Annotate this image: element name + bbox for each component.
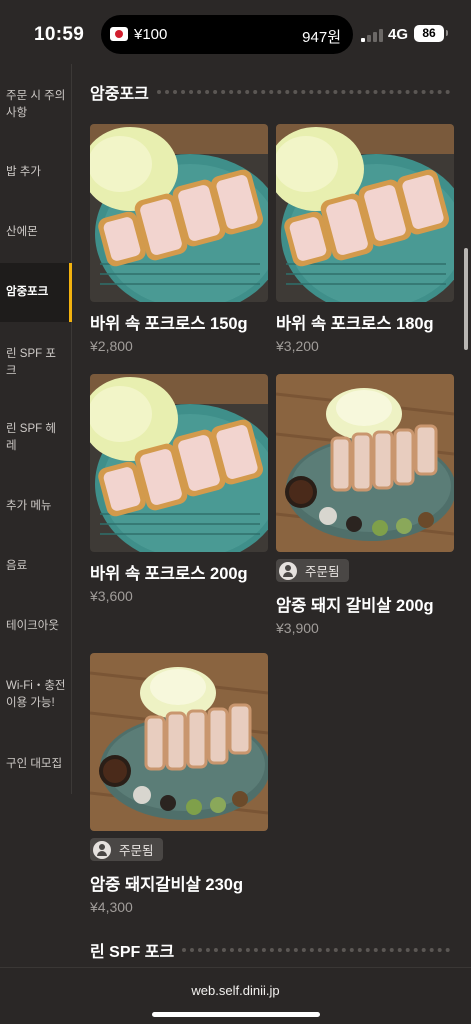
menu-item-name: 바위 속 포크로스 150g (90, 315, 248, 333)
currency-yen-amount: ¥100 (134, 26, 168, 43)
person-icon (93, 840, 111, 859)
ordered-badge-label: 주문됨 (119, 844, 154, 858)
sidebar-item-amjung-pork[interactable]: 암중포크 (0, 263, 72, 322)
section-divider (156, 90, 450, 94)
sidebar-item-hiring[interactable]: 구인 대모집 (0, 756, 72, 773)
menu-item-name: 암중 돼지 갈비살 200g (276, 596, 434, 615)
menu-list: 암중포크 바위 속 포크로스 150g ¥2,800 바위 속 포크로스 180… (72, 64, 471, 967)
sidebar-item-sanemon[interactable]: 산에몬 (0, 224, 72, 241)
scrollbar[interactable] (464, 248, 468, 350)
section-divider (182, 948, 450, 952)
rib-cutlet-photo (90, 653, 268, 831)
sidebar-item-add-rice[interactable]: 밥 추가 (0, 164, 72, 181)
browser-bottom-bar: web.self.dinii.jp (0, 967, 471, 1024)
menu-item-card[interactable]: 주문됨 암중 돼지갈비살 230g ¥4,300 (90, 653, 268, 915)
menu-item-card[interactable]: 바위 속 포크로스 200g ¥3,600 (90, 374, 268, 604)
sidebar-item-lean-spf-fillet[interactable]: 린 SPF 헤레 (0, 421, 72, 455)
signal-icon (361, 29, 383, 42)
menu-item-price: ¥3,900 (276, 619, 319, 636)
ordered-badge: 주문됨 (276, 559, 349, 582)
network-type: 4G (388, 26, 409, 43)
ordered-badge: 주문됨 (90, 838, 163, 861)
loin-cutlet-photo (90, 124, 268, 302)
sidebar-item-lean-spf-pork[interactable]: 린 SPF 포크 (0, 346, 72, 380)
section-header-amjung-pork: 암중포크 (90, 80, 450, 104)
menu-item-price: ¥3,200 (276, 338, 319, 354)
dynamic-island-currency[interactable]: ¥100 947원 (101, 15, 353, 54)
battery-icon: 86 (414, 25, 448, 42)
section-title: 암중포크 (90, 86, 149, 103)
sidebar-item-takeout[interactable]: 테이크아웃 (0, 618, 72, 635)
menu-item-price: ¥3,600 (90, 588, 133, 604)
menu-item-card[interactable]: 주문됨 암중 돼지 갈비살 200g ¥3,900 (276, 374, 454, 636)
loin-cutlet-photo (90, 374, 268, 552)
menu-item-price: ¥2,800 (90, 338, 133, 354)
home-indicator[interactable] (152, 1012, 320, 1017)
menu-item-card[interactable]: 바위 속 포크로스 180g ¥3,200 (276, 124, 454, 354)
sidebar-item-wifi-charging[interactable]: Wi-Fi・충전 이용 가능! (0, 678, 72, 712)
japan-flag-icon (110, 27, 128, 41)
sidebar-item-drinks[interactable]: 음료 (0, 558, 72, 575)
category-sidebar: 주문 시 주의 사항 밥 추가 산에몬 암중포크 린 SPF 포크 린 SPF … (0, 64, 72, 794)
rib-cutlet-photo (276, 374, 454, 552)
status-bar: 10:59 ¥100 947원 4G 86 (0, 0, 471, 70)
person-icon (279, 561, 297, 580)
ordered-badge-label: 주문됨 (305, 565, 340, 579)
menu-item-price: ¥4,300 (90, 898, 133, 915)
menu-item-name: 바위 속 포크로스 200g (90, 565, 248, 583)
sidebar-item-extra-menu[interactable]: 추가 메뉴 (0, 498, 72, 515)
sidebar-item-order-notes[interactable]: 주문 시 주의 사항 (0, 88, 72, 122)
currency-won-amount: 947원 (302, 29, 341, 46)
url-label[interactable]: web.self.dinii.jp (0, 983, 471, 998)
menu-item-name: 바위 속 포크로스 180g (276, 315, 434, 333)
menu-item-card[interactable]: 바위 속 포크로스 150g ¥2,800 (90, 124, 268, 354)
section-header-lean-spf-pork: 린 SPF 포크 (90, 938, 450, 962)
status-time: 10:59 (34, 24, 85, 45)
loin-cutlet-photo (276, 124, 454, 302)
section-title: 린 SPF 포크 (90, 944, 175, 961)
menu-item-name: 암중 돼지갈비살 230g (90, 875, 244, 894)
app-screen: 10:59 ¥100 947원 4G 86 주문 시 주의 사항 밥 추가 산에… (0, 0, 471, 1024)
